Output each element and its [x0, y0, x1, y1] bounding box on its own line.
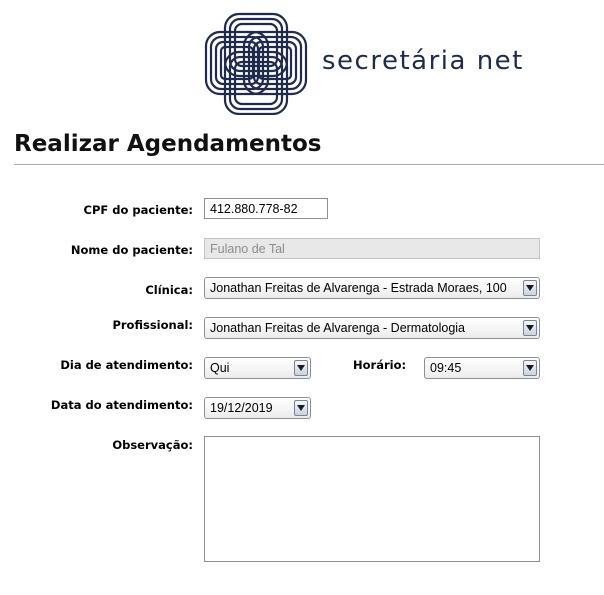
observacao-textarea[interactable] [204, 436, 540, 562]
dia-select[interactable]: Qui [204, 357, 311, 379]
chevron-down-icon [526, 325, 534, 331]
page-title: Realizar Agendamentos [14, 131, 322, 157]
clinica-select[interactable]: Jonathan Freitas de Alvarenga - Estrada … [204, 277, 540, 299]
observacao-label: Observação: [112, 438, 193, 452]
nome-input: Fulano de Tal [204, 238, 540, 259]
data-label: Data do atendimento: [50, 398, 193, 412]
horario-label: Horário: [353, 358, 407, 372]
horario-dropdown-button[interactable] [523, 360, 537, 376]
clinica-dropdown-button[interactable] [523, 280, 537, 296]
nome-value: Fulano de Tal [210, 241, 285, 256]
horario-value: 09:45 [430, 361, 462, 375]
chevron-down-icon [526, 285, 534, 291]
clinica-value: Jonathan Freitas de Alvarenga - Estrada … [210, 281, 507, 295]
data-dropdown-button[interactable] [294, 400, 308, 416]
dia-value: Qui [210, 361, 230, 375]
nome-label: Nome do paciente: [70, 243, 193, 257]
dia-label: Dia de atendimento: [60, 358, 193, 372]
dia-dropdown-button[interactable] [294, 360, 308, 376]
chevron-down-icon [297, 365, 305, 371]
data-select[interactable]: 19/12/2019 [204, 397, 311, 419]
profissional-select[interactable]: Jonathan Freitas de Alvarenga - Dermatol… [204, 317, 540, 339]
data-value: 19/12/2019 [210, 401, 273, 415]
chevron-down-icon [297, 405, 305, 411]
chevron-down-icon [526, 365, 534, 371]
cpf-label: CPF do paciente: [83, 203, 194, 217]
profissional-label: Profissional: [112, 318, 193, 332]
profissional-value: Jonathan Freitas de Alvarenga - Dermatol… [210, 321, 466, 335]
profissional-dropdown-button[interactable] [523, 320, 537, 336]
title-divider [14, 164, 604, 165]
horario-select[interactable]: 09:45 [424, 357, 540, 379]
clinica-label: Clínica: [145, 283, 193, 297]
cpf-input[interactable]: 412.880.778-82 [204, 198, 328, 219]
interlaced-knot-logo-icon [204, 12, 308, 115]
brand-name: secretária net [322, 46, 524, 76]
cpf-value: 412.880.778-82 [210, 201, 298, 216]
